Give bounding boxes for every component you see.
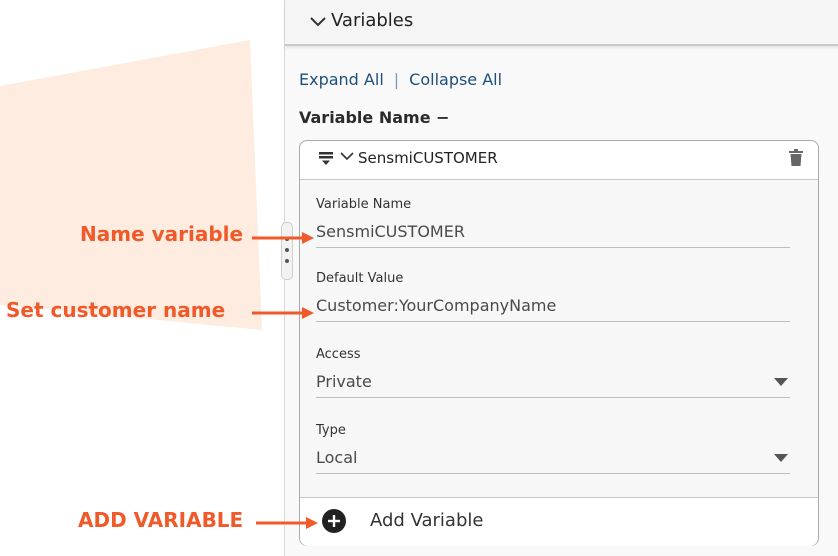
expand-collapse-links: Expand All | Collapse All xyxy=(299,70,502,89)
variable-card-header[interactable]: SensmiCUSTOMER xyxy=(300,141,818,180)
add-variable-button[interactable]: Add Variable xyxy=(300,497,818,546)
callout-add-variable: ADD VARIABLE xyxy=(78,508,244,532)
arrow-right-icon xyxy=(252,232,314,244)
add-variable-label: Add Variable xyxy=(370,510,484,531)
variable-name-heading: Variable Name − xyxy=(299,108,450,127)
drag-handle-icon[interactable] xyxy=(318,151,334,167)
variables-title: Variables xyxy=(331,10,414,31)
access-label: Access xyxy=(316,347,361,362)
caret-down-icon[interactable] xyxy=(774,454,788,462)
variable-card: SensmiCUSTOMER Variable Name SensmiCUSTO… xyxy=(299,140,819,546)
trash-icon[interactable] xyxy=(788,149,804,167)
variable-name-label: Variable Name xyxy=(316,197,412,212)
callout-name-variable: Name variable xyxy=(80,222,244,246)
arrow-right-icon xyxy=(256,517,318,529)
collapse-toggle[interactable]: − xyxy=(436,108,449,127)
link-separator: | xyxy=(393,70,400,89)
plus-circle-icon[interactable] xyxy=(322,509,346,533)
default-value-input[interactable]: Customer:YourCompanyName xyxy=(316,296,790,322)
callout-set-customer-name: Set customer name xyxy=(6,298,226,322)
collapse-all-link[interactable]: Collapse All xyxy=(409,70,502,89)
variables-panel: Variables Expand All | Collapse All Variab… xyxy=(284,0,838,556)
access-select[interactable]: Private xyxy=(316,372,790,398)
variable-card-title: SensmiCUSTOMER xyxy=(358,149,498,167)
access-value: Private xyxy=(316,372,372,391)
type-value: Local xyxy=(316,448,358,467)
access-field: Access Private xyxy=(316,347,790,398)
type-select[interactable]: Local xyxy=(316,448,790,474)
chevron-down-icon[interactable] xyxy=(340,149,354,163)
variables-section-header[interactable]: Variables xyxy=(285,0,838,46)
type-field: Type Local xyxy=(316,423,790,474)
default-value-label: Default Value xyxy=(316,271,404,286)
chevron-down-icon[interactable] xyxy=(309,12,327,30)
variable-name-field: Variable Name SensmiCUSTOMER xyxy=(316,197,790,248)
arrow-right-icon xyxy=(252,307,314,319)
variable-name-input[interactable]: SensmiCUSTOMER xyxy=(316,222,790,248)
default-value-field: Default Value Customer:YourCompanyName xyxy=(316,271,790,322)
variable-name-heading-text: Variable Name xyxy=(299,108,431,127)
type-label: Type xyxy=(316,423,346,438)
expand-all-link[interactable]: Expand All xyxy=(299,70,384,89)
caret-down-icon[interactable] xyxy=(774,378,788,386)
